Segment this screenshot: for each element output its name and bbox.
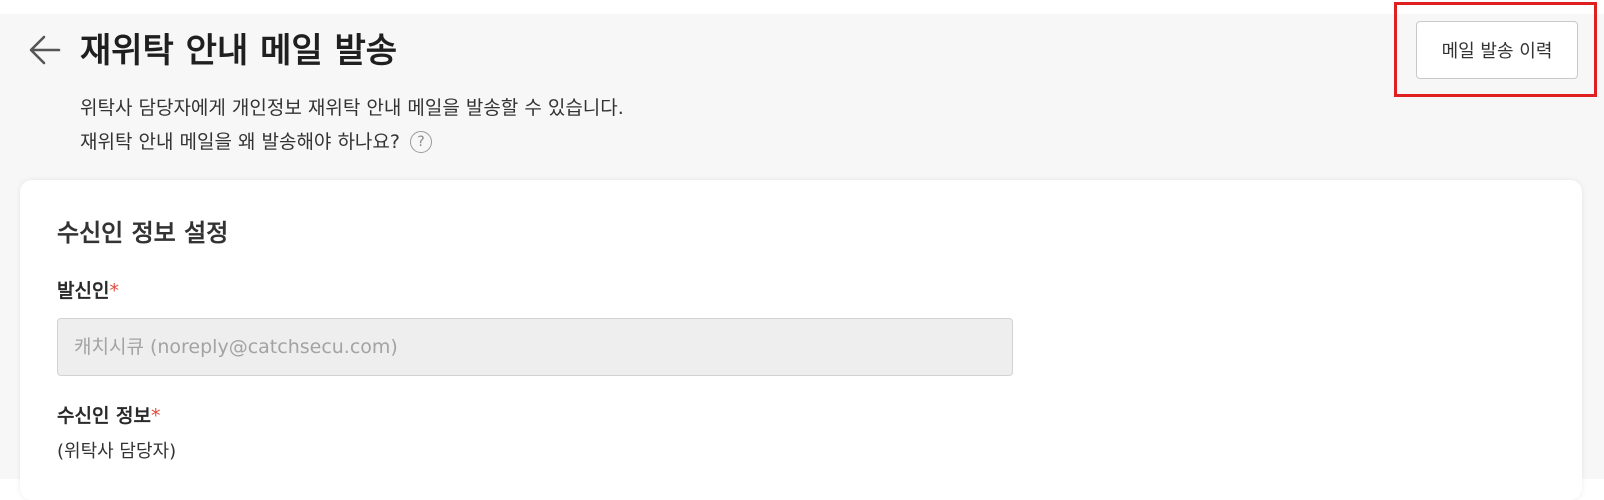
section-title: 수신인 정보 설정 <box>57 219 229 247</box>
sender-label-text: 발신인 <box>57 280 110 302</box>
recipient-label-text: 수신인 정보 <box>57 405 152 427</box>
arrow-left-icon[interactable] <box>28 33 62 67</box>
page-description: 위탁사 담당자에게 개인정보 재위탁 안내 메일을 발송할 수 있습니다. <box>80 97 624 119</box>
recipient-settings-card: 수신인 정보 설정 발신인* 수신인 정보* (위탁사 담당자) <box>20 180 1582 500</box>
question-circle-icon[interactable]: ? <box>409 131 432 153</box>
required-mark: * <box>109 280 119 302</box>
help-link-text: 재위탁 안내 메일을 왜 발송해야 하나요? <box>80 131 400 153</box>
sender-input <box>57 318 1013 376</box>
recipient-label: 수신인 정보* <box>57 403 161 429</box>
sender-label: 발신인* <box>57 278 119 304</box>
required-mark: * <box>151 405 161 427</box>
recipient-sub-label: (위탁사 담당자) <box>57 441 177 462</box>
help-row: 재위탁 안내 메일을 왜 발송해야 하나요? ? <box>80 129 432 155</box>
mail-history-button[interactable]: 메일 발송 이력 <box>1416 21 1578 79</box>
page-title: 재위탁 안내 메일 발송 <box>80 31 398 71</box>
